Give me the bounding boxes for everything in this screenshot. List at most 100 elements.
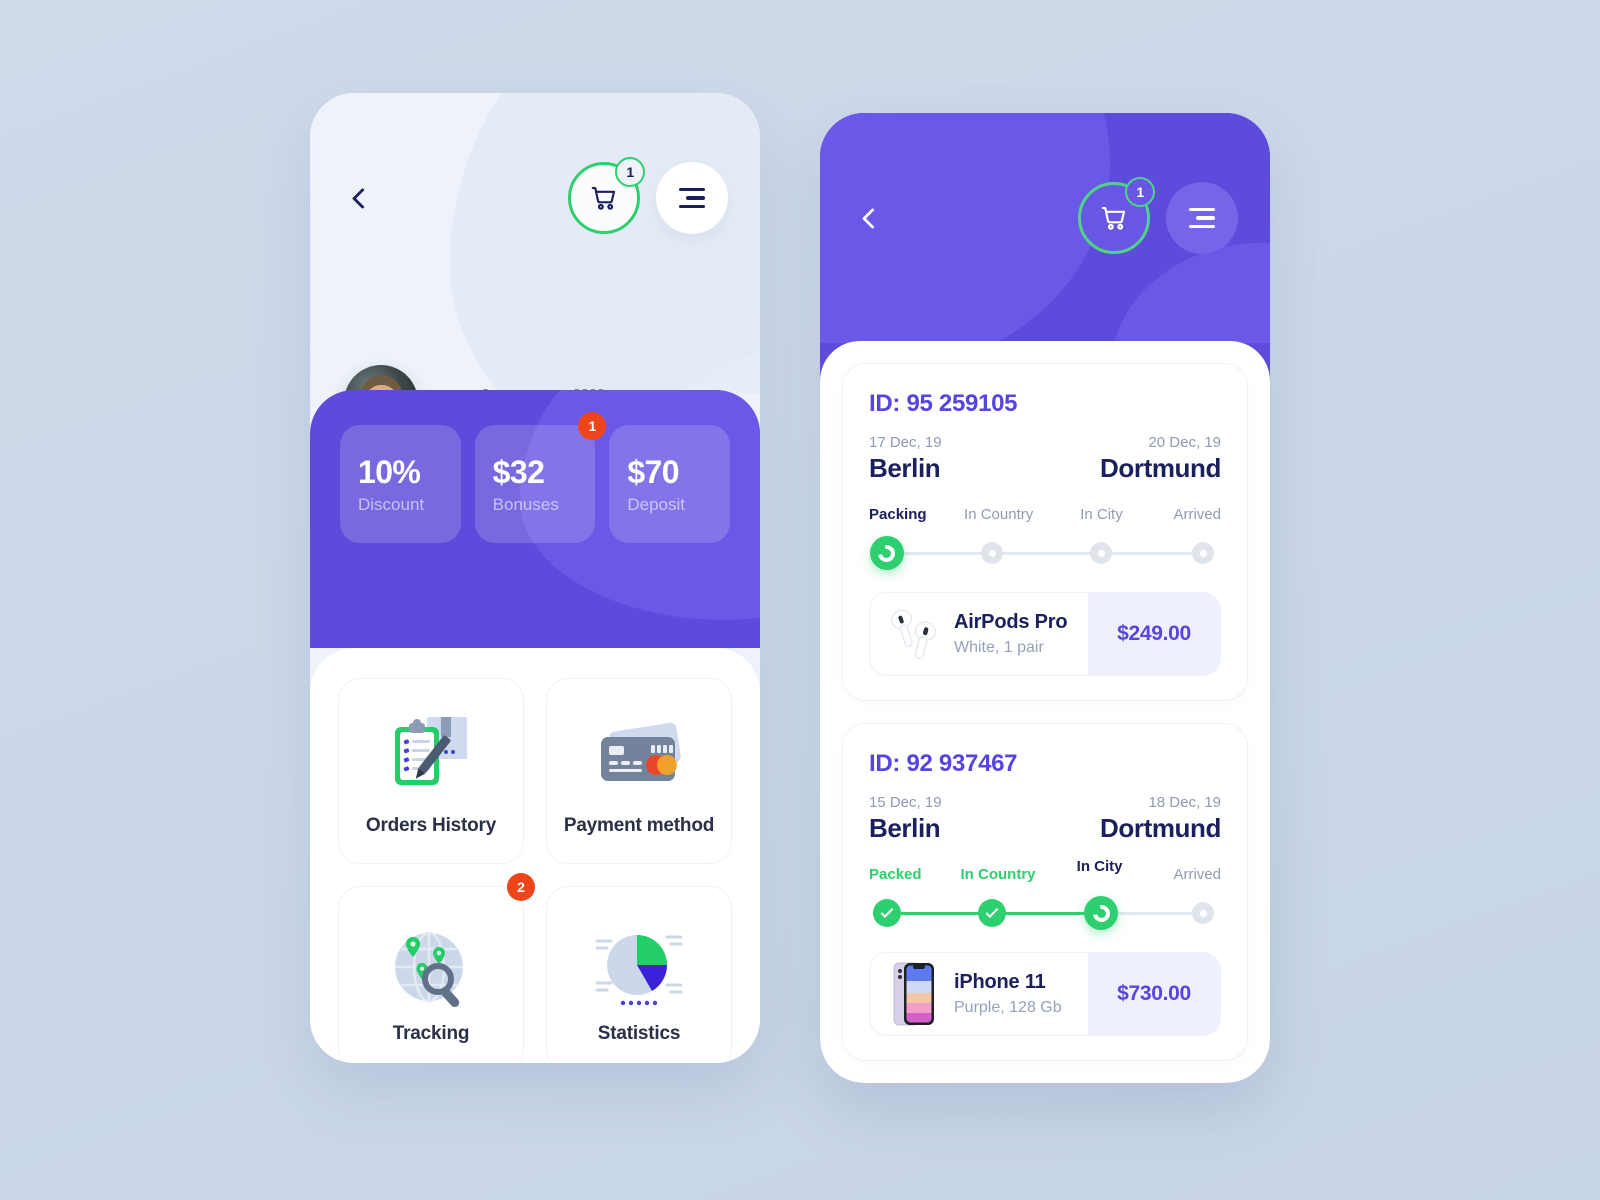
product-variant: White, 1 pair bbox=[954, 639, 1044, 656]
tile-label: Orders History bbox=[365, 815, 497, 836]
tile-payment-method[interactable]: Payment method bbox=[546, 678, 732, 864]
pie-chart-icon bbox=[591, 913, 687, 1017]
cart-button[interactable]: 1 bbox=[568, 157, 645, 234]
stat-label: Discount bbox=[358, 494, 425, 514]
order-id: ID: 95 259105 bbox=[869, 390, 1018, 417]
tracker-node-in-country[interactable] bbox=[978, 899, 1007, 927]
tile-statistics[interactable]: Statistics bbox=[546, 886, 732, 1063]
tile-label: Statistics bbox=[597, 1023, 681, 1044]
tile-badge-tracking: 2 bbox=[507, 873, 535, 901]
product-info: AirPods Pro White, 1 pair bbox=[954, 593, 1088, 675]
product-info: iPhone 11 Purple, 128 Gb bbox=[954, 953, 1088, 1035]
menu-tile-grid: Orders History Payment method 2 Tracking… bbox=[338, 678, 732, 1063]
order-card[interactable]: ID: 92 937467 15 Dec, 19 Berlin 18 Dec, … bbox=[842, 723, 1248, 1061]
shopping-cart-icon bbox=[591, 186, 616, 210]
stat-card-bonuses[interactable]: 1 $32 Bonuses bbox=[474, 412, 607, 543]
route-destination: 20 Dec, 19 Dortmund bbox=[1100, 434, 1221, 484]
stat-value: 10% bbox=[358, 453, 421, 490]
route-city: Dortmund bbox=[1100, 453, 1221, 483]
tracker-label-arrived: Arrived bbox=[1173, 506, 1221, 523]
tracker-segment-2 bbox=[995, 551, 1095, 555]
order-route: 15 Dec, 19 Berlin 18 Dec, 19 Dortmund bbox=[869, 794, 1221, 844]
route-date: 15 Dec, 19 bbox=[869, 794, 942, 811]
cart-button[interactable]: 1 bbox=[1078, 177, 1155, 254]
tracker-label-packed: Packed bbox=[869, 866, 922, 883]
orders-list-sheet: ID: 95 259105 17 Dec, 19 Berlin 20 Dec, … bbox=[820, 341, 1270, 1083]
tile-label: Payment method bbox=[563, 815, 715, 836]
orders-screen: 1 ID: 95 259105 17 Dec, 19 Berlin 20 Dec… bbox=[820, 113, 1270, 1083]
route-date: 20 Dec, 19 bbox=[1148, 434, 1221, 451]
tracker-label-in-city: In City bbox=[1076, 858, 1123, 875]
chevron-left-icon bbox=[351, 187, 373, 209]
stat-value: $70 bbox=[627, 453, 679, 490]
product-name: AirPods Pro bbox=[954, 611, 1068, 633]
tracker-segment-2 bbox=[995, 911, 1098, 915]
tracker-label-arrived: Arrived bbox=[1173, 866, 1221, 883]
screenshot-canvas: 1 Robert Williamson bbox=[0, 0, 1600, 1200]
tile-tracking[interactable]: 2 Tracking bbox=[338, 873, 535, 1063]
top-navigation-bar: 1 bbox=[820, 113, 1270, 323]
order-id: ID: 92 937467 bbox=[869, 750, 1018, 777]
tracker-label-in-city: In City bbox=[1080, 506, 1123, 523]
credit-card-icon bbox=[589, 705, 689, 809]
airpods-pro-icon bbox=[870, 593, 954, 675]
tracker-labels: Packed In Country In City Arrived bbox=[869, 858, 1221, 890]
stat-label: Deposit bbox=[627, 494, 685, 514]
product-variant: Purple, 128 Gb bbox=[954, 999, 1062, 1016]
tile-label: Tracking bbox=[392, 1023, 470, 1044]
shopping-cart-icon bbox=[1101, 206, 1126, 230]
tracker-label-in-country: In Country bbox=[960, 866, 1036, 883]
tracker-node-packing[interactable] bbox=[869, 536, 904, 570]
hamburger-line-3 bbox=[1189, 224, 1215, 229]
tracker-node-in-country[interactable] bbox=[981, 542, 1004, 564]
back-button[interactable] bbox=[852, 196, 892, 240]
product-price: $730.00 bbox=[1088, 953, 1220, 1035]
menu-button[interactable] bbox=[1166, 182, 1238, 254]
clipboard-checklist-icon bbox=[383, 705, 479, 809]
back-button[interactable] bbox=[342, 176, 382, 220]
top-navigation-bar: 1 bbox=[310, 93, 760, 303]
stat-card-discount[interactable]: 10% Discount bbox=[340, 425, 461, 543]
stat-value: $32 bbox=[492, 453, 545, 490]
route-city: Dortmund bbox=[1100, 813, 1221, 843]
stat-card-deposit[interactable]: $70 Deposit bbox=[609, 425, 731, 543]
tracker-node-arrived[interactable] bbox=[1192, 542, 1215, 564]
hamburger-line-2 bbox=[1196, 216, 1215, 220]
hamburger-line-1 bbox=[1189, 207, 1215, 212]
tracker-segment-1 bbox=[886, 911, 986, 915]
menu-button[interactable] bbox=[656, 162, 728, 234]
tracker-node-in-city[interactable] bbox=[1084, 896, 1119, 930]
cart-badge: 1 bbox=[615, 157, 645, 187]
stats-panel: 10% Discount 1 $32 Bonuses $70 Deposit bbox=[310, 390, 760, 648]
route-date: 17 Dec, 19 bbox=[869, 434, 942, 451]
route-city: Berlin bbox=[869, 813, 941, 843]
order-card[interactable]: ID: 95 259105 17 Dec, 19 Berlin 20 Dec, … bbox=[842, 363, 1248, 701]
tile-orders-history[interactable]: Orders History bbox=[338, 678, 524, 864]
tracker-labels: Packing In Country In City Arrived bbox=[869, 506, 1221, 530]
product-price: $249.00 bbox=[1088, 593, 1220, 675]
menu-tiles-sheet: Orders History Payment method 2 Tracking… bbox=[310, 648, 760, 1063]
route-city: Berlin bbox=[869, 453, 941, 483]
globe-search-icon bbox=[383, 913, 479, 1017]
order-product[interactable]: iPhone 11 Purple, 128 Gb $730.00 bbox=[869, 952, 1221, 1036]
route-origin: 15 Dec, 19 Berlin bbox=[869, 794, 942, 844]
order-progress-tracker: Packing In Country In City Arrived bbox=[869, 506, 1221, 570]
chevron-left-icon bbox=[861, 207, 883, 229]
stats-row: 10% Discount 1 $32 Bonuses $70 Deposit bbox=[310, 390, 760, 543]
order-progress-tracker: Packed In Country In City Arrived bbox=[869, 858, 1221, 930]
tracker-line bbox=[869, 896, 1221, 930]
tracker-label-in-country: In Country bbox=[964, 506, 1034, 523]
tracker-segment-3 bbox=[1104, 551, 1200, 555]
hamburger-line-3 bbox=[679, 204, 705, 209]
order-product[interactable]: AirPods Pro White, 1 pair $249.00 bbox=[869, 592, 1221, 676]
tracker-line bbox=[869, 536, 1221, 570]
tracker-node-arrived[interactable] bbox=[1192, 902, 1215, 924]
tracker-segment-3 bbox=[1108, 911, 1200, 915]
hamburger-line-1 bbox=[679, 187, 705, 192]
tracker-node-in-city[interactable] bbox=[1090, 542, 1113, 564]
cart-badge: 1 bbox=[1125, 177, 1155, 207]
tracker-node-packed[interactable] bbox=[872, 899, 901, 927]
tracker-label-packing: Packing bbox=[869, 506, 927, 523]
iphone-11-icon bbox=[870, 953, 954, 1035]
stat-badge-bonuses: 1 bbox=[578, 412, 607, 440]
